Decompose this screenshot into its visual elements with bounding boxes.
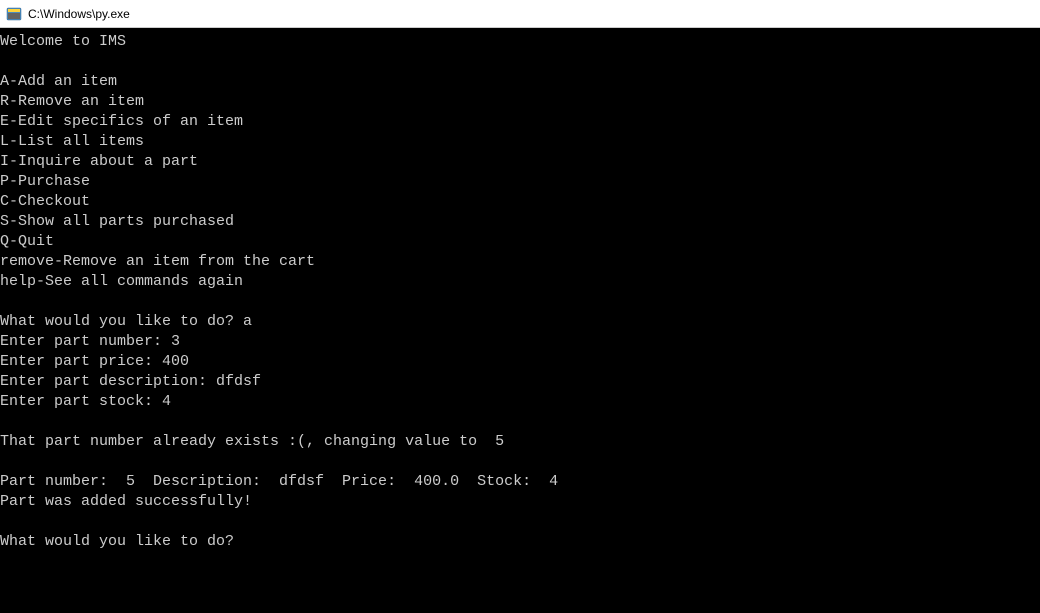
terminal-line: C-Checkout [0,192,1040,212]
terminal-line [0,512,1040,532]
title-text: C:\Windows\py.exe [28,7,130,21]
terminal-line: Q-Quit [0,232,1040,252]
terminal-line: That part number already exists :(, chan… [0,432,1040,452]
terminal-line: L-List all items [0,132,1040,152]
title-bar[interactable]: C:\Windows\py.exe [0,0,1040,28]
terminal-line: E-Edit specifics of an item [0,112,1040,132]
terminal-line: Enter part description: dfdsf [0,372,1040,392]
terminal-line [0,52,1040,72]
terminal-output[interactable]: Welcome to IMS A-Add an itemR-Remove an … [0,28,1040,552]
terminal-line: Welcome to IMS [0,32,1040,52]
terminal-line: Enter part number: 3 [0,332,1040,352]
terminal-line: A-Add an item [0,72,1040,92]
terminal-line: What would you like to do? [0,532,1040,552]
terminal-line: Part was added successfully! [0,492,1040,512]
app-icon [6,6,22,22]
terminal-line [0,292,1040,312]
terminal-line: Enter part stock: 4 [0,392,1040,412]
terminal-line: remove-Remove an item from the cart [0,252,1040,272]
terminal-line: Part number: 5 Description: dfdsf Price:… [0,472,1040,492]
terminal-line: I-Inquire about a part [0,152,1040,172]
terminal-line: help-See all commands again [0,272,1040,292]
terminal-line [0,452,1040,472]
terminal-line [0,412,1040,432]
terminal-line: Enter part price: 400 [0,352,1040,372]
terminal-line: P-Purchase [0,172,1040,192]
terminal-line: What would you like to do? a [0,312,1040,332]
terminal-line: S-Show all parts purchased [0,212,1040,232]
terminal-line: R-Remove an item [0,92,1040,112]
